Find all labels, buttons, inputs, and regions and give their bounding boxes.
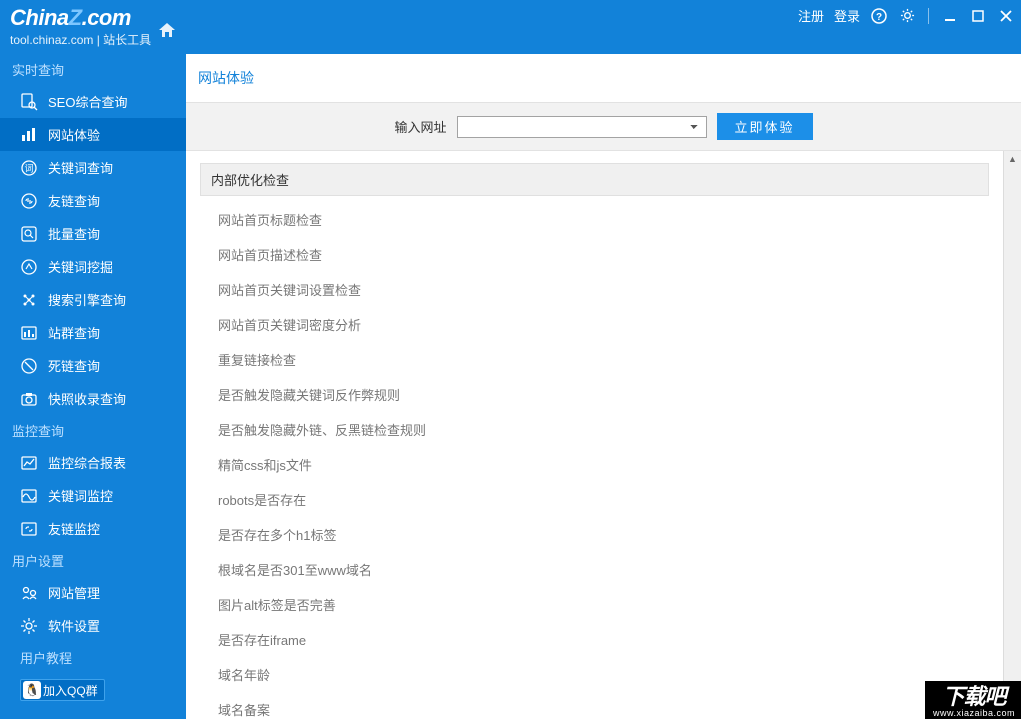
svg-text:词: 词: [24, 163, 33, 173]
maximize-button[interactable]: [969, 7, 987, 25]
check-item: 是否触发隐藏外链、反黑链检查规则: [218, 412, 989, 447]
section-header: 内部优化检查: [200, 163, 989, 196]
dig-icon: [20, 258, 38, 276]
scrollbar[interactable]: ▲ ▼: [1003, 151, 1021, 719]
url-input[interactable]: [457, 116, 707, 138]
check-item: 网站首页标题检查: [218, 202, 989, 237]
sidebar-item-label: 关键词查询: [48, 158, 113, 177]
sidebar-item-key-circle[interactable]: 词 关键词查询: [0, 151, 186, 184]
register-link[interactable]: 注册: [798, 6, 824, 25]
sidebar-item-label: 友链监控: [48, 519, 100, 538]
sidebar-item-label: 友链查询: [48, 191, 100, 210]
login-link[interactable]: 登录: [834, 6, 860, 25]
sidebar-item-label: 网站体验: [48, 125, 100, 144]
sidebar-item-dig[interactable]: 关键词挖掘: [0, 250, 186, 283]
sidebar-item-label: 死链查询: [48, 356, 100, 375]
check-item: robots是否存在: [218, 482, 989, 517]
sidebar-item-label: 快照收录查询: [48, 389, 126, 408]
check-item: 图片alt标签是否完善: [218, 587, 989, 622]
check-item: 网站首页关键词密度分析: [218, 307, 989, 342]
sidebar-item-bars[interactable]: 网站体验: [0, 118, 186, 151]
sidebar-item-engine[interactable]: 搜索引擎查询: [0, 283, 186, 316]
cluster-icon: [20, 324, 38, 342]
check-item: 域名年龄: [218, 657, 989, 692]
sidebar-item-label: 网站管理: [48, 583, 100, 602]
sidebar-item-label: 批量查询: [48, 224, 100, 243]
scroll-down-icon[interactable]: ▼: [1004, 703, 1021, 719]
engine-icon: [20, 291, 38, 309]
sidebar: 实时查询 SEO综合查询网站体验词 关键词查询友链查询批量查询关键词挖掘搜索引擎查询…: [0, 54, 186, 719]
link-circle-icon: [20, 192, 38, 210]
sidebar-item-label: SEO综合查询: [48, 92, 127, 111]
sidebar-item-label: 监控综合报表: [48, 453, 126, 472]
gear-icon: [20, 617, 38, 635]
check-item: 是否存在多个h1标签: [218, 517, 989, 552]
qq-label: 加入QQ群: [43, 682, 98, 699]
doc-search-icon: [20, 93, 38, 111]
check-item: 是否触发隐藏关键词反作弊规则: [218, 377, 989, 412]
url-label: 输入网址: [394, 117, 446, 136]
site-mgmt-icon: [20, 584, 38, 602]
batch-icon: [20, 225, 38, 243]
sidebar-item-deadlink[interactable]: 死链查询: [0, 349, 186, 382]
sidebar-item-link-mon[interactable]: 友链监控: [0, 512, 186, 545]
home-icon[interactable]: [159, 23, 175, 37]
settings-icon[interactable]: [898, 7, 916, 25]
minimize-button[interactable]: [941, 7, 959, 25]
sidebar-group-title: 实时查询: [0, 54, 186, 85]
check-item: 重复链接检查: [218, 342, 989, 377]
join-qq-button[interactable]: 🐧加入QQ群: [20, 679, 105, 701]
sidebar-item-wave[interactable]: 关键词监控: [0, 479, 186, 512]
content: 内部优化检查 网站首页标题检查网站首页描述检查网站首页关键词设置检查网站首页关键…: [186, 151, 1003, 719]
go-button[interactable]: 立即体验: [717, 113, 813, 140]
sidebar-item-snapshot[interactable]: 快照收录查询: [0, 382, 186, 415]
sidebar-item-batch[interactable]: 批量查询: [0, 217, 186, 250]
sidebar-tutorial[interactable]: 用户教程: [0, 642, 186, 673]
sidebar-item-cluster[interactable]: 站群查询: [0, 316, 186, 349]
sidebar-group-title: 监控查询: [0, 415, 186, 446]
check-item: 网站首页关键词设置检查: [218, 272, 989, 307]
check-item: 域名备案: [218, 692, 989, 719]
logo: ChinaZ.com tool.chinaz.com | 站长工具: [10, 7, 151, 48]
link-mon-icon: [20, 520, 38, 538]
bars-icon: [20, 126, 38, 144]
sidebar-item-site-mgmt[interactable]: 网站管理: [0, 576, 186, 609]
check-item: 是否存在iframe: [218, 622, 989, 657]
svg-text:?: ?: [876, 12, 882, 23]
titlebar-right: 注册 登录 ?: [798, 6, 1015, 25]
logo-post: .com: [82, 5, 131, 30]
check-item: 网站首页描述检查: [218, 237, 989, 272]
sidebar-item-link-circle[interactable]: 友链查询: [0, 184, 186, 217]
sidebar-item-label: 搜索引擎查询: [48, 290, 126, 309]
close-button[interactable]: [997, 7, 1015, 25]
logo-pre: China: [10, 5, 69, 30]
help-icon[interactable]: ?: [870, 7, 888, 25]
titlebar: ChinaZ.com tool.chinaz.com | 站长工具 注册 登录 …: [0, 0, 1021, 54]
check-item: 精简css和js文件: [218, 447, 989, 482]
sidebar-item-doc-search[interactable]: SEO综合查询: [0, 85, 186, 118]
logo-subtitle: tool.chinaz.com | 站长工具: [10, 31, 151, 48]
page-title: 网站体验: [186, 54, 1021, 102]
report-icon: [20, 454, 38, 472]
divider: [928, 8, 929, 24]
sidebar-item-label: 关键词挖掘: [48, 257, 113, 276]
deadlink-icon: [20, 357, 38, 375]
logo-z: Z: [69, 5, 82, 30]
qq-icon: 🐧: [23, 681, 41, 699]
url-input-bar: 输入网址 立即体验: [186, 102, 1021, 151]
sidebar-group-title: 用户设置: [0, 545, 186, 576]
wave-icon: [20, 487, 38, 505]
check-list: 网站首页标题检查网站首页描述检查网站首页关键词设置检查网站首页关键词密度分析重复…: [200, 196, 989, 719]
main: 网站体验 输入网址 立即体验 内部优化检查 网站首页标题检查网站首页描述检查网站…: [186, 54, 1021, 719]
sidebar-item-gear[interactable]: 软件设置: [0, 609, 186, 642]
check-item: 根域名是否301至www域名: [218, 552, 989, 587]
logo-text: ChinaZ.com: [10, 7, 151, 29]
sidebar-item-label: 软件设置: [48, 616, 100, 635]
scroll-up-icon[interactable]: ▲: [1004, 151, 1021, 167]
key-circle-icon: 词: [20, 159, 38, 177]
sidebar-item-label: 站群查询: [48, 323, 100, 342]
snapshot-icon: [20, 390, 38, 408]
sidebar-item-report[interactable]: 监控综合报表: [0, 446, 186, 479]
sidebar-item-label: 关键词监控: [48, 486, 113, 505]
